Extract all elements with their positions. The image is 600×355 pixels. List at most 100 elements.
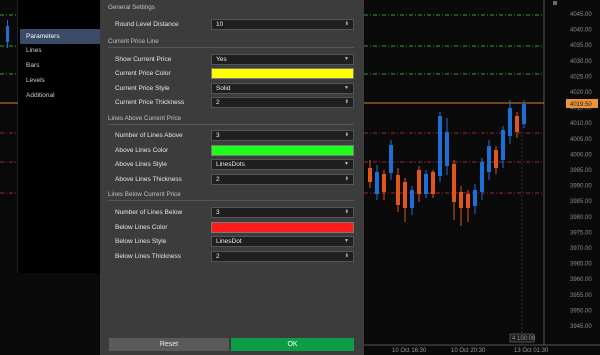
- nav-item-additional[interactable]: Additional: [20, 88, 100, 103]
- below-lines-color-label: Below Lines Color: [115, 224, 168, 231]
- spinner-icon[interactable]: ⬍: [345, 252, 349, 261]
- price-axis-label: 4025.00: [570, 74, 592, 80]
- price-axis-label: 4045.00: [570, 12, 592, 18]
- price-axis-labels: 4045.00 4040.00 4035.00 4030.00 4025.00 4020.…: [570, 12, 592, 330]
- price-axis-label: 3980.00: [570, 215, 592, 221]
- price-axis-label: 4035.00: [570, 43, 592, 49]
- section-title-below: Lines Below Current Price: [108, 191, 181, 198]
- below-lines-color-swatch[interactable]: [211, 222, 354, 233]
- round-level-value: 10: [216, 21, 224, 28]
- nav-item-levels[interactable]: Levels: [20, 73, 100, 88]
- section-title-general: General Settings: [108, 4, 155, 11]
- chevron-down-icon: ▼: [344, 238, 349, 244]
- lines-above-count-label: Number of Lines Above: [115, 132, 183, 139]
- price-axis-label: 4000.00: [570, 152, 592, 158]
- candle: [473, 190, 477, 206]
- price-axis-label: 4020.00: [570, 90, 592, 96]
- above-lines-style-select[interactable]: LinesDots ▼: [211, 159, 354, 170]
- round-level-input[interactable]: 10 ⬍: [211, 19, 354, 30]
- above-lines-color-label: Above Lines Color: [115, 147, 169, 154]
- section-title-current-price: Current Price Line: [108, 38, 159, 45]
- time-label-1: 10 Oct 16:30: [392, 348, 427, 354]
- nav-item-parameters[interactable]: Parameters: [20, 29, 100, 44]
- section-divider: [108, 124, 354, 125]
- section-divider: [108, 47, 354, 48]
- reset-button[interactable]: Reset: [109, 338, 229, 351]
- spinner-icon[interactable]: ⬍: [345, 208, 349, 217]
- above-lines-color-swatch[interactable]: [211, 145, 354, 156]
- above-lines-style-value: LinesDots: [216, 161, 245, 168]
- lines-below-count-input[interactable]: 3 ⬍: [211, 207, 354, 218]
- price-axis-label: 3990.00: [570, 184, 592, 190]
- candle: [431, 172, 435, 194]
- nav-item-bars[interactable]: Bars: [20, 58, 100, 73]
- price-axis-label: 4040.00: [570, 28, 592, 34]
- cursor-time-tag-text: 4 100:00: [512, 336, 536, 342]
- candle: [501, 130, 505, 160]
- candle: [480, 162, 484, 192]
- candle: [396, 175, 400, 205]
- candle: [445, 132, 449, 166]
- spinner-icon[interactable]: ⬍: [345, 20, 349, 29]
- lines-above-count-input[interactable]: 3 ⬍: [211, 130, 354, 141]
- candle: [424, 174, 428, 194]
- below-lines-style-label: Below Lines Style: [115, 238, 167, 245]
- below-lines-thickness-value: 2: [216, 253, 220, 260]
- candle: [508, 108, 512, 136]
- above-lines-thickness-input[interactable]: 2 ⬍: [211, 174, 354, 185]
- settings-dialog: General Settings Round Level Distance 10…: [100, 0, 364, 355]
- chart-corner-marker[interactable]: [553, 1, 557, 5]
- current-price-tag-text: 4019.50: [570, 102, 592, 108]
- price-axis-label: 3975.00: [570, 230, 592, 236]
- candle: [438, 116, 442, 176]
- lines-below-count-value: 3: [216, 209, 220, 216]
- nav-item-lines[interactable]: Lines: [20, 43, 100, 58]
- current-price-color-swatch[interactable]: [211, 68, 354, 79]
- below-lines-style-value: LinesDot: [216, 238, 242, 245]
- price-axis-label: 3955.00: [570, 293, 592, 299]
- above-lines-thickness-label: Above Lines Thickness: [115, 176, 182, 183]
- chevron-down-icon: ▼: [344, 56, 349, 62]
- candle: [410, 190, 414, 208]
- ok-button[interactable]: OK: [231, 338, 354, 351]
- below-lines-thickness-input[interactable]: 2 ⬍: [211, 251, 354, 262]
- price-axis-label: 4005.00: [570, 137, 592, 143]
- lines-below-count-label: Number of Lines Below: [115, 209, 183, 216]
- candle: [389, 145, 393, 173]
- candle: [459, 192, 463, 208]
- price-axis-label: 3950.00: [570, 308, 592, 314]
- price-axis-label: 3985.00: [570, 199, 592, 205]
- above-lines-thickness-value: 2: [216, 176, 220, 183]
- candle: [522, 104, 526, 124]
- price-axis-label: 3995.00: [570, 168, 592, 174]
- above-lines-style-label: Above Lines Style: [115, 161, 168, 168]
- candle: [452, 164, 456, 202]
- spinner-icon[interactable]: ⬍: [345, 131, 349, 140]
- price-axis-label: 3960.00: [570, 277, 592, 283]
- chevron-down-icon: ▼: [344, 85, 349, 91]
- candle: [403, 182, 407, 208]
- spinner-icon[interactable]: ⬍: [345, 175, 349, 184]
- time-label-3: 13 Oct 01:30: [514, 348, 549, 354]
- below-lines-style-select[interactable]: LinesDot ▼: [211, 236, 354, 247]
- current-price-thickness-label: Current Price Thickness: [115, 99, 185, 106]
- lines-above-count-value: 3: [216, 132, 220, 139]
- show-current-price-select[interactable]: Yes ▼: [211, 54, 354, 65]
- candle: [494, 150, 498, 168]
- settings-nav: Parameters Lines Bars Levels Additional: [18, 0, 100, 273]
- candle: [466, 194, 470, 208]
- candle: [382, 174, 386, 192]
- candle: [417, 170, 421, 194]
- spinner-icon[interactable]: ⬍: [345, 98, 349, 107]
- below-lines-thickness-label: Below Lines Thickness: [115, 253, 181, 260]
- current-price-thickness-input[interactable]: 2 ⬍: [211, 97, 354, 108]
- round-level-label: Round Level Distance: [115, 21, 179, 28]
- time-label-2: 10 Oct 20:30: [451, 348, 486, 354]
- current-price-style-value: Solid: [216, 85, 231, 92]
- section-divider: [108, 200, 354, 201]
- current-price-style-select[interactable]: Solid ▼: [211, 83, 354, 94]
- candlesticks: [368, 100, 526, 226]
- price-axis-label: 4010.00: [570, 121, 592, 127]
- current-price-color-label: Current Price Color: [115, 70, 171, 77]
- chevron-down-icon: ▼: [344, 161, 349, 167]
